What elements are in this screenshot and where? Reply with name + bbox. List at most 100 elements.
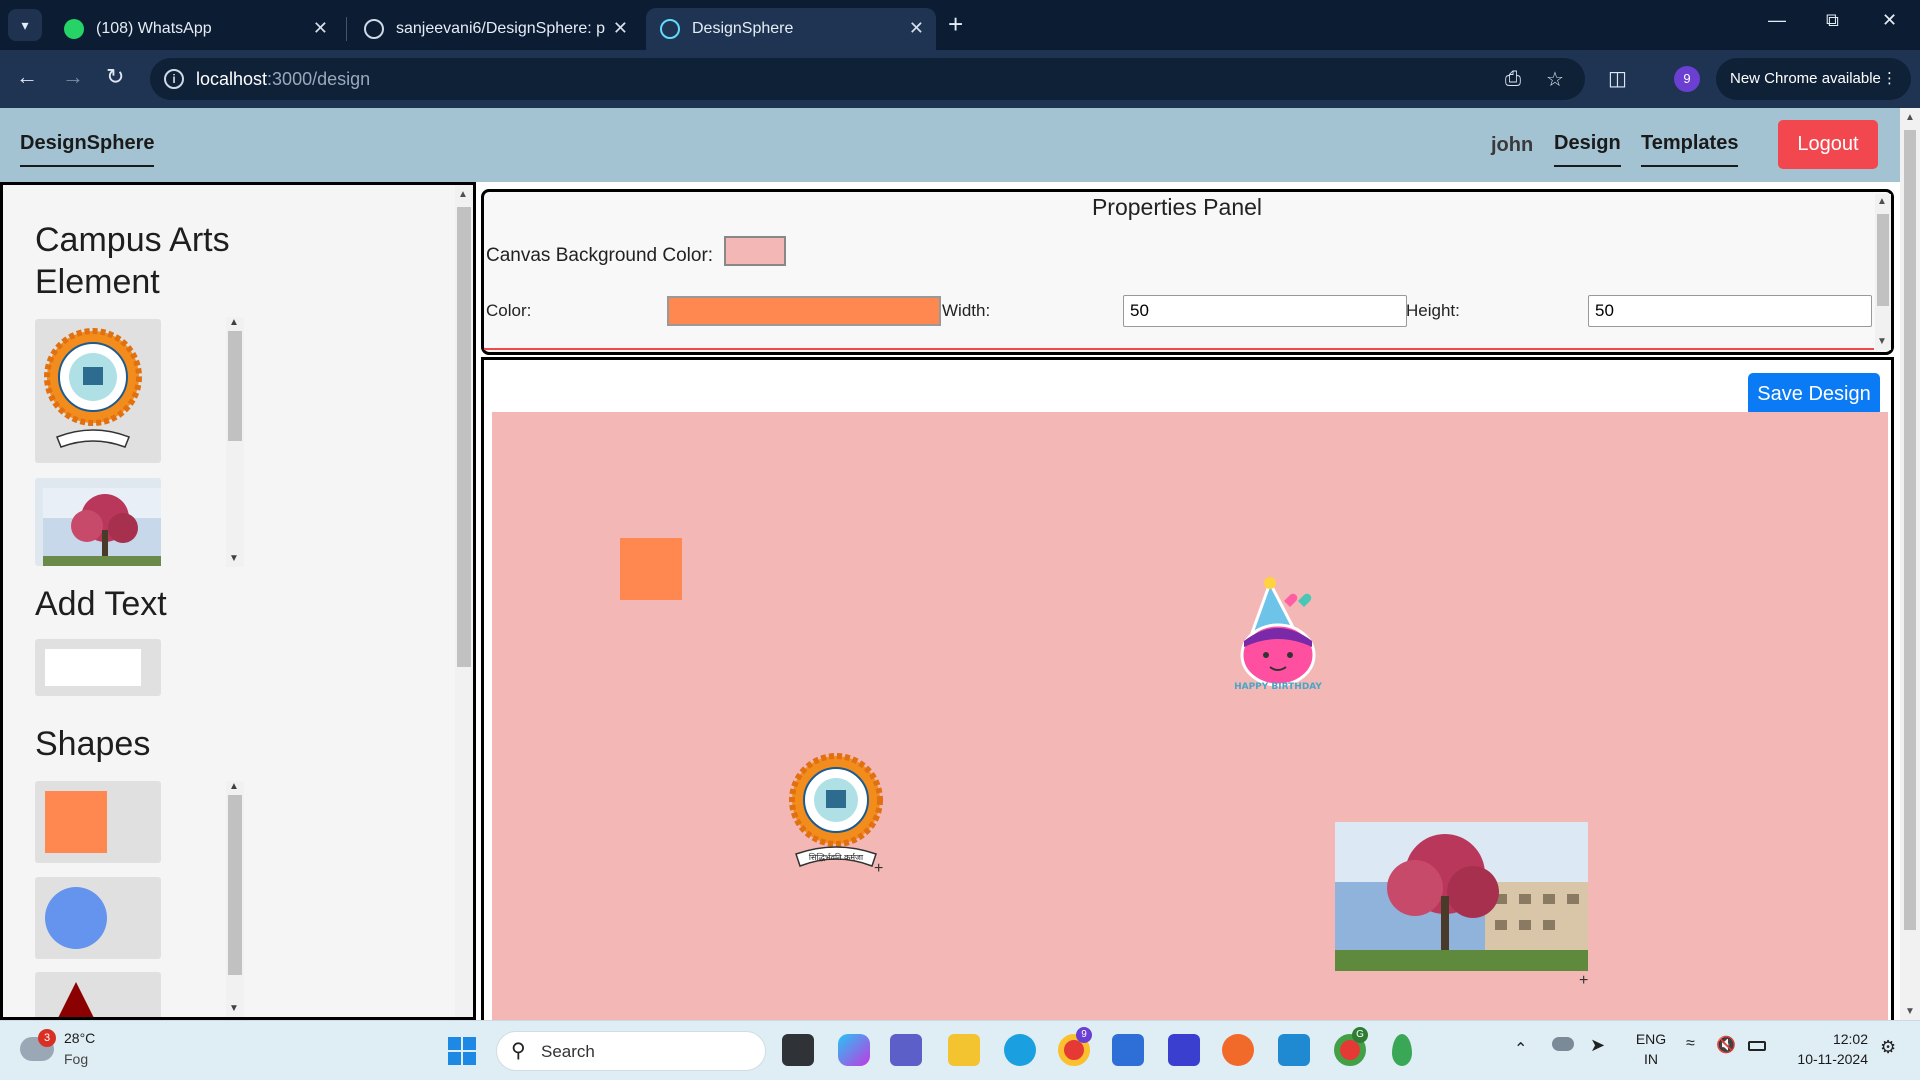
scroll-down-arrow-icon[interactable]: ▼: [1877, 336, 1887, 347]
restore-icon[interactable]: ⧉: [1826, 10, 1839, 31]
shapes-scroll-thumb[interactable]: [228, 795, 242, 975]
close-tab-icon[interactable]: ✕: [313, 18, 328, 39]
canvas-bg-color-picker[interactable]: [724, 236, 786, 266]
send-icon[interactable]: ➤: [1590, 1035, 1605, 1056]
chevron-up-icon[interactable]: ⌃: [1514, 1039, 1527, 1059]
file-explorer-icon[interactable]: [948, 1034, 980, 1066]
campus-logo-tile[interactable]: [35, 319, 161, 463]
canvas-institute-logo[interactable]: सिद्धिर्भवति कर्मजा: [788, 752, 888, 878]
language-code[interactable]: ENG: [1634, 1031, 1668, 1047]
sticker-caption: HAPPY BIRTHDAY: [1234, 682, 1322, 692]
store-icon[interactable]: [1112, 1034, 1144, 1066]
bookmark-star-icon[interactable]: ☆: [1546, 67, 1564, 92]
height-label: Height:: [1406, 301, 1460, 320]
clock-time[interactable]: 12:02: [1782, 1031, 1868, 1047]
new-tab-button[interactable]: +: [948, 11, 963, 37]
taskbar-search[interactable]: ⚲ Search: [496, 1031, 766, 1071]
tab-github[interactable]: sanjeevani6/DesignSphere: proj ✕: [350, 8, 640, 50]
mongodb-icon[interactable]: [1392, 1034, 1412, 1066]
vscode-icon[interactable]: [1278, 1034, 1310, 1066]
canvas-birthday-sticker[interactable]: HAPPY BIRTHDAY: [1232, 575, 1332, 693]
properties-panel-title: Properties Panel: [1091, 194, 1263, 220]
campus-section-title: Campus Arts Element: [35, 221, 230, 301]
search-label: Search: [541, 1042, 595, 1061]
shape-square-tile[interactable]: [35, 781, 161, 863]
campus-photo-tile[interactable]: [35, 478, 169, 566]
element-color-picker[interactable]: [667, 296, 941, 326]
weather-condition[interactable]: Fog: [64, 1051, 88, 1067]
close-tab-icon[interactable]: ✕: [909, 18, 924, 39]
scroll-up-arrow-icon[interactable]: ▲: [458, 189, 468, 200]
shape-circle-tile[interactable]: [35, 877, 161, 959]
close-tab-icon[interactable]: ✕: [613, 18, 628, 39]
teams-icon[interactable]: [890, 1034, 922, 1066]
wifi-icon[interactable]: ≈: [1686, 1035, 1695, 1053]
battery-icon[interactable]: [1748, 1041, 1766, 1051]
reload-icon[interactable]: ↻: [106, 64, 124, 90]
minimize-icon[interactable]: —: [1768, 10, 1786, 31]
page-scroll-thumb[interactable]: [1904, 130, 1916, 930]
add-text-tile[interactable]: [35, 639, 161, 696]
canvas-campus-tree-photo[interactable]: [1335, 822, 1588, 971]
shape-triangle-tile[interactable]: [35, 972, 161, 1017]
height-input[interactable]: 50: [1588, 295, 1872, 327]
copilot-icon[interactable]: [838, 1034, 870, 1066]
scroll-up-arrow-icon[interactable]: ▲: [1877, 196, 1887, 207]
site-info-icon[interactable]: i: [164, 69, 184, 89]
scroll-down-arrow-icon[interactable]: ▼: [1905, 1006, 1915, 1017]
text-box-placeholder[interactable]: [45, 649, 141, 686]
nav-design-link[interactable]: Design: [1554, 132, 1621, 167]
tab-title: DesignSphere: [692, 20, 794, 37]
tab-designsphere[interactable]: DesignSphere ✕: [646, 8, 936, 50]
properties-scrollbar[interactable]: ▲ ▼: [1875, 194, 1891, 350]
campus-tree-photo-thumbnail: [43, 488, 169, 566]
logout-button[interactable]: Logout: [1778, 120, 1878, 169]
tab-search-menu-button[interactable]: ▾: [8, 9, 42, 41]
update-chrome-button[interactable]: New Chrome available ⋮: [1716, 58, 1911, 100]
weather-badge: 3: [38, 1029, 56, 1047]
shapes-list-scrollbar[interactable]: ▲ ▼: [226, 781, 244, 1017]
elements-sidebar: Campus Arts Element ▲ ▼ Add Text Shapes: [0, 182, 476, 1020]
save-design-button[interactable]: Save Design: [1748, 373, 1880, 416]
kebab-menu-icon[interactable]: ⋮: [1882, 58, 1897, 100]
properties-scroll-thumb[interactable]: [1877, 214, 1889, 306]
windows-start-icon[interactable]: [448, 1037, 476, 1065]
resize-handle-icon[interactable]: +: [1579, 972, 1588, 990]
clock-date[interactable]: 10-11-2024: [1782, 1051, 1868, 1067]
sidebar-scroll-thumb[interactable]: [457, 207, 471, 667]
onedrive-icon[interactable]: [1552, 1037, 1574, 1051]
brand-link[interactable]: DesignSphere: [20, 132, 155, 167]
weather-temperature[interactable]: 28°C: [64, 1030, 95, 1046]
notification-icon[interactable]: ⚙: [1880, 1037, 1896, 1058]
tab-whatsapp[interactable]: (108) WhatsApp ✕: [50, 8, 340, 50]
campus-list-scrollbar[interactable]: ▲ ▼: [226, 317, 244, 567]
postman-icon[interactable]: [1222, 1034, 1254, 1066]
scroll-down-arrow-icon[interactable]: ▼: [229, 1003, 239, 1014]
back-arrow-icon[interactable]: ←: [16, 64, 38, 90]
task-view-icon[interactable]: [782, 1034, 814, 1066]
page-scrollbar[interactable]: ▲ ▼: [1900, 108, 1920, 1020]
resize-handle-icon[interactable]: +: [874, 860, 883, 878]
url-text[interactable]: localhost:3000/design: [196, 69, 370, 90]
width-input[interactable]: 50: [1123, 295, 1407, 327]
campus-scroll-thumb[interactable]: [228, 331, 242, 441]
tab-divider: [346, 17, 347, 41]
sidebar-scrollbar[interactable]: ▲: [455, 185, 473, 1017]
region-code[interactable]: IN: [1634, 1051, 1668, 1067]
profile-avatar[interactable]: 9: [1674, 66, 1700, 92]
nav-templates-link[interactable]: Templates: [1641, 132, 1739, 167]
scroll-up-arrow-icon[interactable]: ▲: [1905, 112, 1915, 123]
speaker-muted-icon[interactable]: 🔇: [1716, 1035, 1736, 1055]
close-window-icon[interactable]: ✕: [1882, 10, 1897, 31]
whiteboard-icon[interactable]: [1168, 1034, 1200, 1066]
design-canvas[interactable]: HAPPY BIRTHDAY सिद्धिर्भवति कर्मजा + +: [492, 412, 1888, 1023]
scroll-down-arrow-icon[interactable]: ▼: [229, 553, 239, 564]
extensions-icon[interactable]: ◫: [1608, 66, 1627, 91]
address-bar[interactable]: i localhost:3000/design ⎙ ☆: [150, 58, 1585, 100]
scroll-up-arrow-icon[interactable]: ▲: [229, 781, 239, 792]
scroll-up-arrow-icon[interactable]: ▲: [229, 317, 239, 328]
install-app-icon[interactable]: ⎙: [1505, 68, 1521, 91]
forward-arrow-icon[interactable]: →: [62, 64, 84, 90]
edge-icon[interactable]: [1004, 1034, 1036, 1066]
canvas-orange-square[interactable]: [620, 538, 682, 600]
